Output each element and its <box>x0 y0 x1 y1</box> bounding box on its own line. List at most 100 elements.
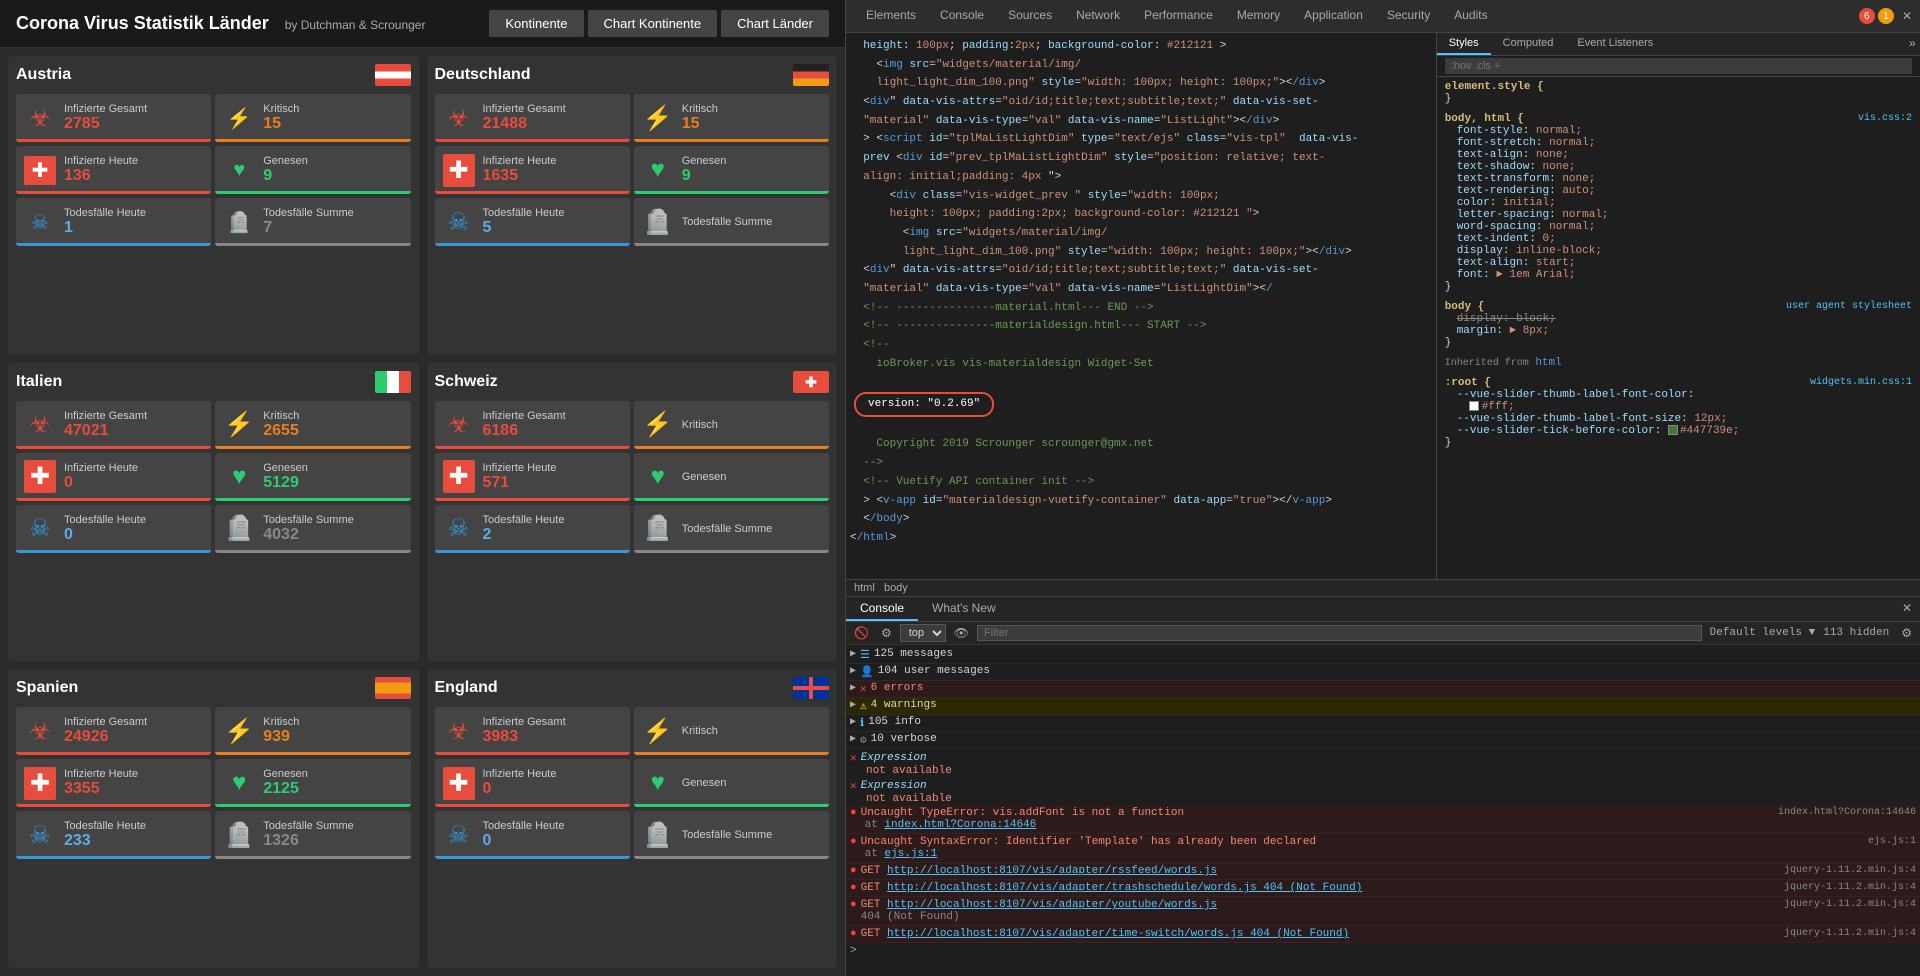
countries-grid: Austria ☣ Infizierte Gesamt2785 ⚡ Kritis… <box>0 48 845 976</box>
app-subtitle: by Dutchman & Scrounger <box>285 18 426 32</box>
error-line-3: ● GET http://localhost:8107/vis/adapter/… <box>846 863 1920 880</box>
styles-tab-event-listeners[interactable]: Event Listeners <box>1565 33 1665 55</box>
console-tab-whats-new[interactable]: What's New <box>918 597 1010 621</box>
stat-infizierte-heute-deutschland: ✚ Infizierte Heute1635 <box>435 146 630 194</box>
devtools-panel: Elements Console Sources Network Perform… <box>845 0 1920 976</box>
err-circle-4: ● <box>850 882 857 894</box>
country-header-england: England <box>435 677 830 699</box>
country-name-italien: Italien <box>16 373 62 391</box>
country-italien: Italien ☣ Infizierte Gesamt47021 ⚡ Kriti… <box>8 363 419 662</box>
tab-security[interactable]: Security <box>1375 4 1442 28</box>
breadcrumb-bar: html body <box>846 579 1920 596</box>
styles-filter <box>1437 56 1920 77</box>
country-name-spanien: Spanien <box>16 679 78 697</box>
console-group-verbose[interactable]: ▶ ⚙ 10 verbose <box>846 732 1920 749</box>
left-panel: Corona Virus Statistik Länder by Dutchma… <box>0 0 845 976</box>
console-body: ▶ ☰ 125 messages ▶ 👤 104 user messages ▶… <box>846 645 1920 976</box>
tab-performance[interactable]: Performance <box>1132 4 1225 28</box>
console-filter-btn[interactable]: ⚙ <box>877 624 896 642</box>
err-circle-5: ● <box>850 899 857 911</box>
console-group-user-messages[interactable]: ▶ 👤 104 user messages <box>846 664 1920 681</box>
console-group-errors[interactable]: ▶ ✕ 6 errors <box>846 681 1920 698</box>
console-tabs: Console What's New ✕ <box>846 597 1920 622</box>
tab-network[interactable]: Network <box>1064 4 1132 28</box>
flag-austria <box>375 64 411 86</box>
message-icon: ☰ <box>860 648 870 662</box>
biohazard-icon-austria: ☣ <box>24 104 56 133</box>
stat-todesfalle-summe-deutschland: 🪦 Todesfälle Summe <box>634 198 829 246</box>
nav-kontinente-btn[interactable]: Kontinente <box>489 10 583 37</box>
error-line-1: ● Uncaught TypeError: vis.addFont is not… <box>846 805 1920 834</box>
country-name-deutschland: Deutschland <box>435 66 531 84</box>
console-settings-btn[interactable]: ⚙ <box>1897 624 1916 642</box>
country-schweiz: Schweiz ✚ ☣ Infizierte Gesamt6186 ⚡ Krit… <box>427 363 838 662</box>
console-prompt: > <box>846 943 1920 959</box>
country-header-deutschland: Deutschland <box>435 64 830 86</box>
console-group-warnings[interactable]: ▶ ⚠ 4 warnings <box>846 698 1920 715</box>
country-name-schweiz: Schweiz <box>435 373 498 391</box>
verbose-icon: ⚙ <box>860 733 867 747</box>
expression-2: ✕ Expression not available <box>846 777 1920 805</box>
style-rule-element: element.style { } <box>1445 81 1912 105</box>
flag-italy <box>375 371 411 393</box>
country-header-schweiz: Schweiz ✚ <box>435 371 830 393</box>
console-filter-input[interactable] <box>977 625 1702 641</box>
nav-chart-laender-btn[interactable]: Chart Länder <box>721 10 829 37</box>
error-line-2: ● Uncaught SyntaxError: Identifier 'Temp… <box>846 834 1920 863</box>
more-tabs-icon: » <box>1905 33 1920 55</box>
console-group-125-messages[interactable]: ▶ ☰ 125 messages <box>846 647 1920 664</box>
default-levels-label[interactable]: Default levels ▼ <box>1706 627 1820 639</box>
country-austria: Austria ☣ Infizierte Gesamt2785 ⚡ Kritis… <box>8 56 419 355</box>
devtools-main-tabs: Elements Console Sources Network Perform… <box>854 4 1500 28</box>
tab-sources[interactable]: Sources <box>996 4 1064 28</box>
err-circle-1: ● <box>850 807 857 819</box>
stat-infizierte-gesamt-austria: ☣ Infizierte Gesamt2785 <box>16 94 211 142</box>
err-circle-3: ● <box>850 865 857 877</box>
console-tab-console[interactable]: Console <box>846 597 918 621</box>
close-icon[interactable]: ✕ <box>1902 9 1912 23</box>
country-spanien: Spanien ☣ Infizierte Gesamt24926 ⚡ Kriti… <box>8 669 419 968</box>
close-console-btn[interactable]: ✕ <box>1894 597 1920 621</box>
tab-application[interactable]: Application <box>1292 4 1375 28</box>
tab-elements[interactable]: Elements <box>854 4 928 28</box>
stat-infizierte-heute-austria: ✚ Infizierte Heute136 <box>16 146 211 194</box>
error-line-5: ● GET http://localhost:8107/vis/adapter/… <box>846 897 1920 926</box>
console-context-select[interactable]: top <box>900 624 946 642</box>
style-rule-body: body {user agent stylesheet display: blo… <box>1445 301 1912 349</box>
app-title: Corona Virus Statistik Länder <box>16 13 269 34</box>
error-badge: 6 1 <box>1859 8 1894 25</box>
console-eye-btn[interactable]: 👁 <box>950 624 973 642</box>
console-panel: Console What's New ✕ 🚫 ⚙ top 👁 Default l… <box>846 596 1920 976</box>
skull-icon-austria: ☠ <box>24 210 56 235</box>
nav-chart-kontinente-btn[interactable]: Chart Kontinente <box>588 10 718 37</box>
devtools-topbar-icons: 6 1 ✕ <box>1859 8 1912 25</box>
error-line-6: ● GET http://localhost:8107/vis/adapter/… <box>846 926 1920 943</box>
stats-england: ☣ Infizierte Gesamt3983 ⚡ Kritisch ✚ Inf… <box>435 707 830 859</box>
warning-icon: ⚠ <box>860 699 867 713</box>
flag-schweiz: ✚ <box>793 371 829 393</box>
stat-todesfalle-summe-austria: 🪦 Todesfälle Summe7 <box>215 198 410 246</box>
expression-1: ✕ Expression not available <box>846 749 1920 777</box>
country-name-england: England <box>435 679 498 697</box>
stats-austria: ☣ Infizierte Gesamt2785 ⚡ Kritisch15 ✚ I… <box>16 94 411 246</box>
kritisch-icon-austria: ⚡ <box>223 106 255 131</box>
style-rule-body-html: body, html {vis.css:2 font-style: normal… <box>1445 113 1912 293</box>
tab-memory[interactable]: Memory <box>1225 4 1292 28</box>
styles-tab-styles[interactable]: Styles <box>1437 33 1491 55</box>
hidden-count: 113 hidden <box>1823 627 1889 639</box>
country-deutschland: Deutschland ☣ Infizierte Gesamt21488 ⚡ K… <box>427 56 838 355</box>
tab-console[interactable]: Console <box>928 4 996 28</box>
err-circle-2: ● <box>850 836 857 848</box>
styles-filter-input[interactable] <box>1445 58 1912 74</box>
stat-todesfalle-heute-austria: ☠ Todesfälle Heute1 <box>16 198 211 246</box>
country-england: England ☣ Infizierte Gesamt3983 ⚡ Kritis… <box>427 669 838 968</box>
console-clear-btn[interactable]: 🚫 <box>850 624 873 642</box>
tab-audits[interactable]: Audits <box>1442 4 1499 28</box>
country-name-austria: Austria <box>16 66 71 84</box>
info-icon: ℹ <box>860 716 864 730</box>
expression-1-value: not available <box>850 765 1916 777</box>
styles-tab-computed[interactable]: Computed <box>1491 33 1566 55</box>
elements-panel: height: 100px; padding:2px; background-c… <box>846 33 1920 579</box>
breadcrumb: html body <box>854 582 908 594</box>
console-group-info[interactable]: ▶ ℹ 105 info <box>846 715 1920 732</box>
